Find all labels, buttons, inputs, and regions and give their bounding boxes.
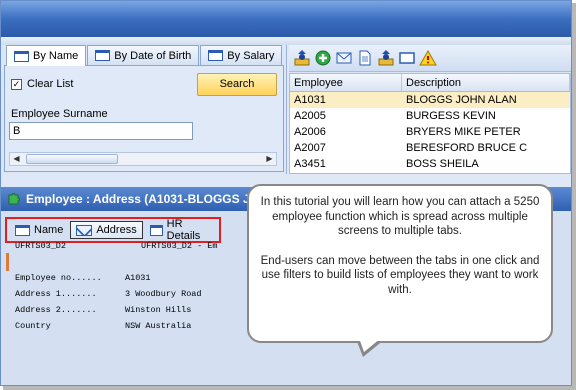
employee-list: Employee Description A1031 BLOGGS JOHN A…: [289, 73, 571, 174]
clear-list-label: Clear List: [27, 78, 74, 90]
puzzle-icon: [7, 191, 21, 208]
screen-id: UFRTS03_D2: [15, 241, 67, 251]
tab-address[interactable]: Address: [70, 221, 143, 239]
application-window: By Name By Date of Birth By Salary ✓ Cle…: [0, 0, 572, 386]
document-icon[interactable]: [356, 49, 374, 67]
field-value[interactable]: Winston Hills: [125, 305, 191, 315]
cell-description: BRYERS MIKE PETER: [406, 126, 521, 138]
employee-tabs: Name Address HR Details: [5, 217, 221, 243]
search-tabs: By Name By Date of Birth By Salary: [6, 45, 283, 66]
list-row[interactable]: A2006 BRYERS MIKE PETER: [290, 124, 570, 140]
clear-list-checkbox[interactable]: ✓: [11, 78, 22, 90]
tab-label: By Name: [33, 50, 79, 62]
list-row[interactable]: A2005 BURGESS KEVIN: [290, 108, 570, 124]
horizontal-scrollbar[interactable]: ◀ ▶: [9, 152, 277, 166]
upload-user-icon[interactable]: [377, 49, 395, 67]
cell-employee: A2006: [294, 126, 326, 138]
surname-label: Employee Surname: [11, 108, 108, 120]
window-icon: [15, 224, 30, 236]
tutorial-callout: In this tutorial you will learn how you …: [247, 184, 553, 343]
field-value[interactable]: 3 Woodbury Road: [125, 289, 202, 299]
callout-paragraph: End-users can move between the tabs in o…: [260, 254, 540, 296]
tab-name[interactable]: Name: [10, 221, 68, 239]
cell-employee: A2007: [294, 142, 326, 154]
window-icon: [149, 224, 163, 236]
surname-input[interactable]: [9, 122, 193, 140]
window-icon: [95, 50, 111, 61]
list-row[interactable]: A3451 BOSS SHEILA: [290, 156, 570, 172]
window-icon[interactable]: [398, 49, 416, 67]
scroll-right-icon[interactable]: ▶: [263, 153, 276, 165]
list-row[interactable]: A2007 BERESFORD BRUCE C: [290, 140, 570, 156]
scroll-left-icon[interactable]: ◀: [10, 153, 23, 165]
warning-icon[interactable]: [419, 49, 437, 67]
field-value[interactable]: A1031: [125, 273, 151, 283]
mail-icon[interactable]: [335, 49, 353, 67]
cell-description: BURGESS KEVIN: [406, 110, 496, 122]
envelope-icon: [76, 224, 93, 236]
window-icon: [208, 50, 224, 61]
tab-label: By Date of Birth: [114, 49, 192, 62]
field-label: Employee no......: [15, 273, 102, 283]
tab-by-name[interactable]: By Name: [6, 45, 87, 66]
upload-user-icon[interactable]: [293, 49, 311, 67]
window-icon: [14, 50, 29, 62]
instance-toolbar: [289, 45, 571, 72]
cell-description: BERESFORD BRUCE C: [406, 142, 528, 154]
tab-by-date-of-birth[interactable]: By Date of Birth: [87, 45, 200, 65]
search-button[interactable]: Search: [197, 73, 277, 96]
tab-label: By Salary: [227, 49, 275, 62]
screen-id-title: UFRTS03_D2 - Em: [141, 241, 218, 251]
scroll-thumb[interactable]: [26, 154, 118, 164]
clear-list-option: ✓ Clear List: [11, 78, 73, 90]
cell-description: BLOGGS JOHN ALAN: [406, 94, 517, 106]
field-label: Address 1.......: [15, 289, 97, 299]
field-label: Address 2.......: [15, 305, 97, 315]
tab-label: Address: [96, 224, 137, 236]
search-panel: By Name By Date of Birth By Salary ✓ Cle…: [1, 45, 287, 174]
callout-paragraph: In this tutorial you will learn how you …: [260, 196, 540, 237]
list-header: Employee Description: [290, 74, 570, 92]
cell-employee: A1031: [294, 94, 326, 106]
app: By Name By Date of Birth By Salary ✓ Cle…: [0, 0, 576, 390]
title-bar: [1, 1, 571, 37]
field-value[interactable]: NSW Australia: [125, 321, 191, 331]
ribbon-band: [1, 37, 571, 45]
column-header-description[interactable]: Description: [402, 74, 570, 91]
field-label: Country: [15, 321, 51, 331]
tab-hr-details[interactable]: HR Details: [145, 218, 216, 242]
tab-label: Name: [34, 224, 64, 236]
add-icon[interactable]: [314, 49, 332, 67]
tab-label: HR Details: [166, 218, 201, 242]
list-row[interactable]: A1031 BLOGGS JOHN ALAN: [290, 92, 570, 108]
cell-description: BOSS SHEILA: [406, 158, 479, 170]
results-panel: Employee Description A1031 BLOGGS JOHN A…: [289, 45, 571, 174]
cell-employee: A3451: [294, 158, 326, 170]
search-form: ✓ Clear List Search Employee Surname ◀ ▶: [4, 65, 284, 172]
cursor-marker: [6, 253, 9, 271]
cell-employee: A2005: [294, 110, 326, 122]
employee-title-text: Employee : Address (A1031-BLOGGS J: [26, 192, 250, 206]
tab-by-salary[interactable]: By Salary: [200, 45, 283, 65]
callout-tail-fill: [359, 338, 381, 352]
column-header-employee[interactable]: Employee: [290, 74, 402, 91]
